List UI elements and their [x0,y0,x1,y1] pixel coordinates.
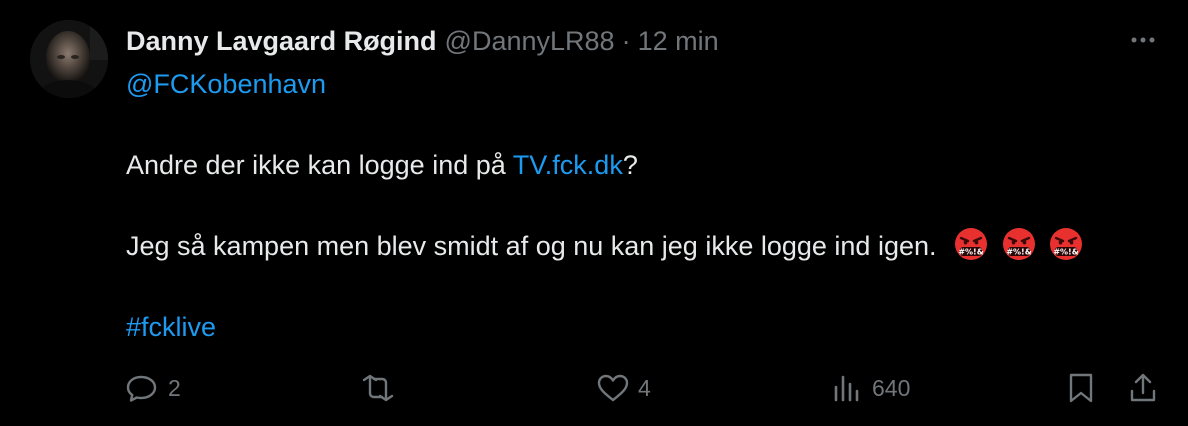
action-bar: 2 4 640 [0,366,1188,410]
heart-icon [597,374,629,402]
avatar[interactable] [30,20,108,98]
svg-text:#%!&: #%!& [1053,248,1078,257]
reply-icon [126,375,157,402]
face-with-symbols-on-mouth-icon: #%!& [1002,228,1035,260]
timestamp[interactable]: 12 min [638,26,719,57]
author-name[interactable]: Danny Lavgaard Røgind [126,26,437,57]
mention-link[interactable]: @FCKobenhavn [126,69,326,99]
tweet-text-line2: Jeg så kampen men blev smidt af og nu ka… [126,231,937,261]
view-count: 640 [872,374,911,401]
share-icon [1130,373,1156,402]
tweet-text-line1-suffix: ? [622,150,638,180]
bookmark-icon [1069,373,1093,403]
tweet-text: @FCKobenhavn Andre der ikke kan logge in… [126,64,1146,347]
author-handle[interactable]: @DannyLR88 [445,26,615,57]
like-button[interactable]: 4 [596,366,651,410]
views-chart-icon [834,375,859,402]
svg-text:#%!&: #%!& [1006,248,1031,257]
url-link[interactable]: TV.fck.dk [513,150,623,180]
tweet-text-line1: Andre der ikke kan logge ind på [126,150,513,180]
tweet-header: Danny Lavgaard Røgind @DannyLR88 · 12 mi… [126,22,719,60]
more-options-icon[interactable] [1130,30,1156,50]
reply-button[interactable]: 2 [126,366,181,410]
separator-dot: · [621,25,631,56]
reply-count: 2 [168,374,181,401]
repost-button[interactable] [358,366,406,410]
hashtag-link[interactable]: #fcklive [126,312,216,342]
like-count: 4 [638,374,651,401]
face-with-symbols-on-mouth-icon: #%!& [1050,228,1083,260]
face-with-symbols-on-mouth-icon: #%!& [955,228,988,260]
bookmark-button[interactable] [1066,366,1096,410]
tweet[interactable]: Danny Lavgaard Røgind @DannyLR88 · 12 mi… [0,0,1188,426]
views-button[interactable]: 640 [832,366,910,410]
repost-icon [362,374,394,402]
share-button[interactable] [1128,366,1158,410]
svg-text:#%!&: #%!& [958,248,983,257]
